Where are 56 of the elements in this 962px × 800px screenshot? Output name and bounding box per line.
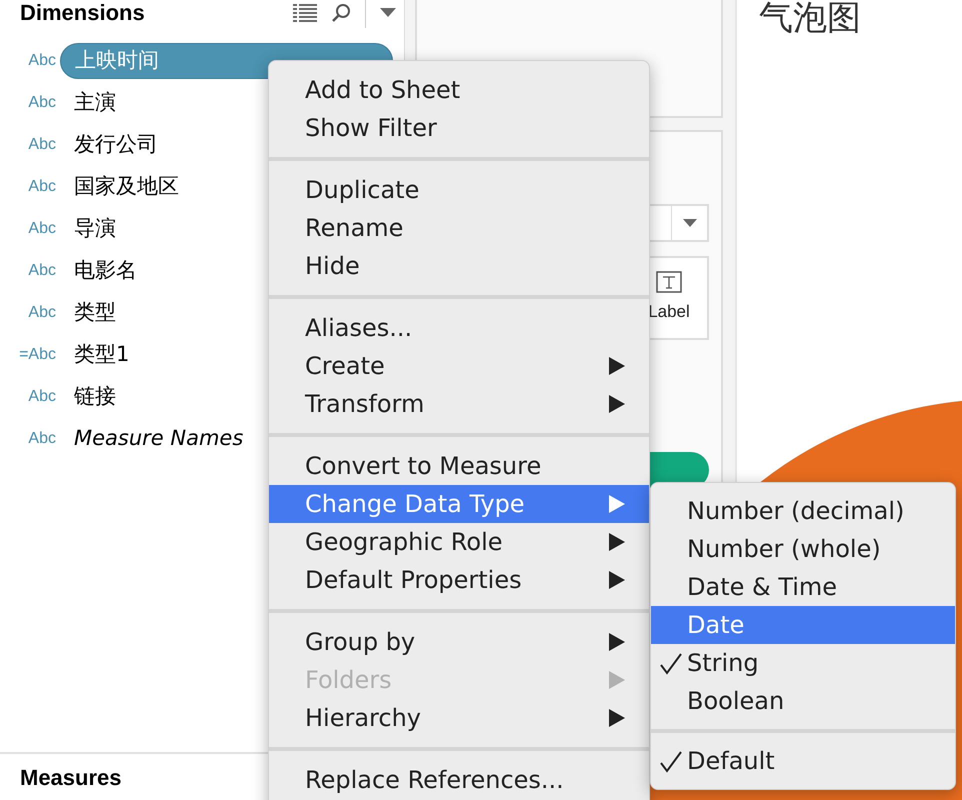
dimension-field[interactable]: 发行公司: [60, 127, 158, 163]
menu-item[interactable]: Change Data Type: [269, 485, 649, 523]
field-type-label: =Abc: [18, 345, 57, 365]
menu-item[interactable]: Hierarchy: [269, 699, 649, 737]
search-icon[interactable]: [331, 3, 351, 23]
submenu-arrow-icon: [609, 533, 625, 551]
menu-item[interactable]: Show Filter: [269, 109, 649, 147]
menu-item[interactable]: Replace References...: [269, 761, 649, 799]
menu-item[interactable]: Default Properties: [269, 561, 649, 599]
dimension-field[interactable]: 类型1: [60, 337, 130, 373]
menu-item[interactable]: Group by: [269, 623, 649, 661]
submenu-item[interactable]: Date & Time: [651, 568, 955, 606]
submenu-item[interactable]: Number (decimal): [651, 492, 955, 530]
submenu-arrow-icon: [609, 395, 625, 413]
submenu-arrow-icon: [609, 709, 625, 727]
dimension-field[interactable]: 导演: [60, 211, 116, 247]
menu-item[interactable]: Transform: [269, 385, 649, 423]
field-type-label: Abc: [27, 219, 57, 239]
field-type-label: Abc: [27, 261, 57, 281]
dimension-field[interactable]: Measure Names: [60, 421, 244, 457]
field-type-label: Abc: [27, 93, 57, 113]
field-type-label: Abc: [27, 429, 57, 449]
field-type-label: Abc: [27, 135, 57, 155]
submenu-item[interactable]: String: [651, 644, 955, 682]
dimension-field[interactable]: 电影名: [60, 253, 137, 289]
submenu-arrow-icon: [609, 495, 625, 513]
submenu-item[interactable]: Number (whole): [651, 530, 955, 568]
menu-item[interactable]: Rename: [269, 209, 649, 247]
dimensions-heading: Dimensions: [20, 2, 145, 24]
submenu-arrow-icon: [609, 633, 625, 651]
field-type-label: Abc: [27, 177, 57, 197]
menu-item[interactable]: Geographic Role: [269, 523, 649, 561]
dropdown-caret-icon: [682, 219, 696, 227]
submenu-item[interactable]: Date: [651, 606, 955, 644]
submenu-arrow-icon: [609, 671, 625, 689]
field-type-label: Abc: [27, 387, 57, 407]
text-label-icon: [656, 271, 682, 294]
dropdown-caret-icon[interactable]: [380, 8, 396, 18]
submenu-arrow-icon: [609, 571, 625, 589]
checkmark-icon: [659, 750, 683, 774]
checkmark-icon: [659, 652, 683, 676]
menu-item[interactable]: Convert to Measure: [269, 447, 649, 485]
dimension-field[interactable]: 国家及地区: [60, 169, 179, 205]
dimension-field[interactable]: 链接: [60, 379, 116, 415]
submenu-arrow-icon: [609, 357, 625, 375]
field-type-label: Abc: [27, 51, 57, 71]
dimension-field[interactable]: 类型: [60, 295, 116, 331]
dimension-field[interactable]: 主演: [60, 85, 116, 121]
submenu-item[interactable]: Boolean: [651, 682, 955, 720]
sheet-title: 气泡图: [759, 0, 861, 40]
list-view-icon[interactable]: [293, 4, 317, 22]
field-type-label: Abc: [27, 303, 57, 323]
menu-item[interactable]: Create: [269, 347, 649, 385]
measures-heading: Measures: [20, 764, 122, 792]
menu-item[interactable]: Duplicate: [269, 171, 649, 209]
submenu-item[interactable]: Default: [651, 742, 955, 780]
